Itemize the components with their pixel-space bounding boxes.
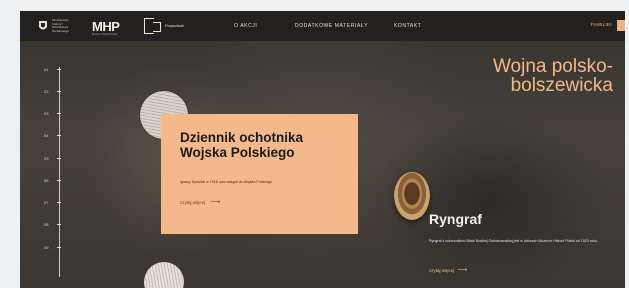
card-read-more-link[interactable]: czytaj więcej ⟶ — [180, 198, 220, 206]
emblem-icon — [39, 21, 47, 30]
timeline-tick — [57, 91, 61, 92]
timeline-item[interactable]: 07 — [44, 200, 48, 205]
page-frame: Ministerstwo Kultury i Dziedzictwa Narod… — [20, 11, 625, 288]
ryngraf-description: Ryngraf z wizerunkiem Matki Boskiej Ostr… — [429, 239, 598, 243]
ryngraf-read-more-label: czytaj więcej — [429, 268, 455, 273]
arrow-right-icon: ⟶ — [457, 267, 468, 274]
nav-kontakt[interactable]: KONTAKT — [394, 23, 421, 29]
card-title: Dziennik ochotnika Wojska Polskiego — [180, 130, 304, 160]
timeline-line — [59, 67, 60, 277]
ryngraf-title: Ryngraf — [429, 211, 482, 227]
card-description: Ignacy Dybalski w 1918 roku wstąpił do W… — [180, 180, 274, 184]
ryngraf-medal-photo[interactable] — [394, 172, 430, 220]
timeline-item[interactable]: 09 — [44, 245, 48, 250]
ministry-logo-text[interactable]: Ministerstwo Kultury i Dziedzictwa Narod… — [52, 18, 74, 33]
timeline-tick — [57, 135, 61, 136]
nav-dodatkowe-materialy[interactable]: DODATKOWE MATERIAŁY — [295, 23, 368, 29]
timeline-item[interactable]: 05 — [44, 156, 48, 161]
nav-o-akcji[interactable]: O AKCJI — [234, 23, 257, 29]
family-button[interactable]: FAMILIKI — [591, 22, 612, 27]
timeline-tick — [57, 180, 61, 181]
timeline-item[interactable]: 02 — [44, 89, 48, 94]
bracket-right-icon — [153, 22, 161, 32]
timeline-tick — [57, 224, 61, 225]
arrow-right-icon: ⟶ — [210, 199, 221, 206]
timeline-tick — [57, 113, 61, 114]
timeline-item[interactable]: 04 — [44, 133, 48, 138]
ryngraf-read-more-link[interactable]: czytaj więcej ⟶ — [429, 266, 467, 274]
przyszlosc-logo-text: Przyszłość — [165, 23, 185, 28]
section-title: Wojna polsko-bolszewicka — [492, 56, 613, 96]
top-navigation-bar: Ministerstwo Kultury i Dziedzictwa Narod… — [20, 11, 625, 41]
menu-toggle-button[interactable] — [617, 20, 625, 31]
timeline-item[interactable]: 08 — [44, 222, 48, 227]
timeline-tick — [57, 247, 61, 248]
mhp-logo-subtitle: Muzeum Historii Polski — [92, 33, 118, 36]
timeline-tick — [57, 202, 61, 203]
diary-card[interactable]: Dziennik ochotnika Wojska Polskiego Igna… — [161, 114, 358, 234]
timeline-item[interactable]: 03 — [44, 111, 48, 116]
timeline-item[interactable]: 06 — [44, 178, 48, 183]
timeline-item[interactable]: 01 — [44, 67, 48, 72]
timeline-tick — [57, 69, 61, 70]
mhp-logo[interactable]: MHP — [92, 19, 120, 34]
timeline-tick — [57, 158, 61, 159]
card-read-more-label: czytaj więcej — [180, 200, 206, 205]
